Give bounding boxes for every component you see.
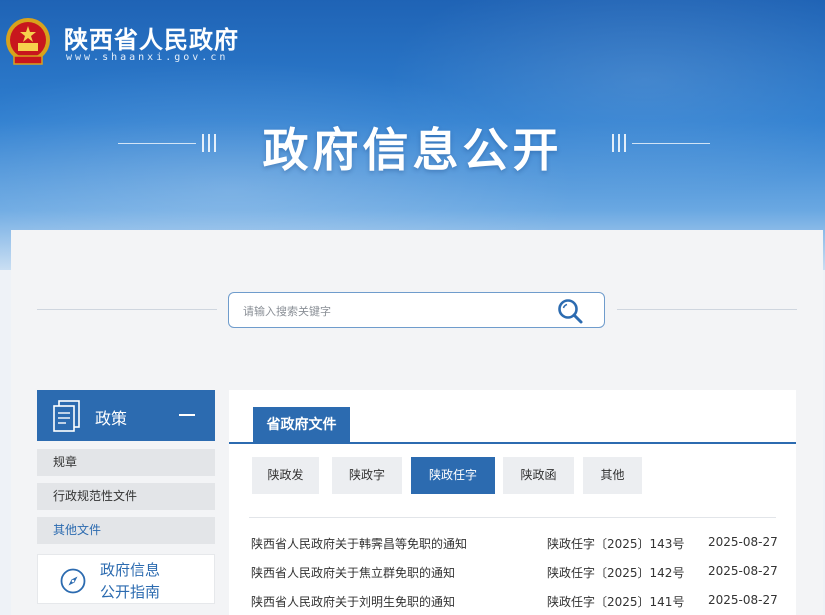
subtab-shaanzhengrenzi[interactable]: 陕政任字 bbox=[411, 457, 495, 494]
list-item[interactable]: 陕西省人民政府关于焦立群免职的通知 陕政任字〔2025〕142号 2025-08… bbox=[251, 564, 781, 584]
minus-icon[interactable] bbox=[179, 414, 195, 416]
list-item[interactable]: 陕西省人民政府关于韩霁昌等免职的通知 陕政任字〔2025〕143号 2025-0… bbox=[251, 535, 781, 555]
site-name[interactable]: 陕西省人民政府 bbox=[64, 20, 239, 55]
content-header: 省政府文件 bbox=[229, 390, 796, 444]
document-date: 2025-08-27 bbox=[708, 593, 778, 607]
document-title[interactable]: 陕西省人民政府关于刘明生免职的通知 bbox=[251, 593, 455, 610]
site-url[interactable]: www.shaanxi.gov.cn bbox=[66, 52, 228, 63]
sidebar-section-header[interactable]: 政策 bbox=[37, 390, 215, 441]
list-item[interactable]: 陕西省人民政府关于刘明生免职的通知 陕政任字〔2025〕141号 2025-08… bbox=[251, 593, 781, 613]
sidebar: 政策 规章 行政规范性文件 其他文件 政府信息 公开指南 bbox=[37, 390, 215, 604]
compass-icon bbox=[60, 568, 86, 594]
document-date: 2025-08-27 bbox=[708, 564, 778, 578]
main-card: 政策 规章 行政规范性文件 其他文件 政府信息 公开指南 省政府文件 陕政发 陕… bbox=[11, 230, 823, 615]
search-input[interactable] bbox=[243, 301, 543, 321]
guide-label-line1: 政府信息 bbox=[100, 561, 161, 579]
search-box[interactable] bbox=[228, 292, 605, 328]
search-area bbox=[11, 292, 823, 328]
tab-provincial-documents[interactable]: 省政府文件 bbox=[253, 407, 350, 443]
content-panel: 省政府文件 陕政发 陕政字 陕政任字 陕政函 其他 陕西省人民政府关于韩霁昌等免… bbox=[229, 390, 796, 615]
guide-label-line2: 公开指南 bbox=[100, 583, 161, 601]
sidebar-item-normative-documents[interactable]: 行政规范性文件 bbox=[37, 483, 215, 510]
disclosure-guide-link[interactable]: 政府信息 公开指南 bbox=[37, 554, 215, 604]
document-date: 2025-08-27 bbox=[708, 535, 778, 549]
divider bbox=[37, 309, 217, 310]
subtab-shaanzhengfa[interactable]: 陕政发 bbox=[252, 457, 319, 494]
sidebar-item-other-documents[interactable]: 其他文件 bbox=[37, 517, 215, 544]
divider bbox=[229, 442, 796, 444]
document-number: 陕政任字〔2025〕143号 bbox=[547, 537, 685, 551]
subtab-shaanzhengzi[interactable]: 陕政字 bbox=[332, 457, 402, 494]
search-icon[interactable] bbox=[556, 297, 584, 325]
divider bbox=[249, 517, 776, 518]
document-number: 陕政任字〔2025〕141号 bbox=[547, 595, 685, 609]
document-stack-icon bbox=[53, 400, 80, 432]
subtab-other[interactable]: 其他 bbox=[583, 457, 642, 494]
document-title[interactable]: 陕西省人民政府关于焦立群免职的通知 bbox=[251, 564, 455, 581]
national-emblem-icon[interactable] bbox=[4, 16, 52, 68]
divider bbox=[617, 309, 797, 310]
sidebar-section-title: 政策 bbox=[95, 409, 128, 428]
document-number: 陕政任字〔2025〕142号 bbox=[547, 566, 685, 580]
page-title: 政府信息公开 bbox=[262, 123, 563, 177]
sidebar-item-regulations[interactable]: 规章 bbox=[37, 449, 215, 476]
document-title[interactable]: 陕西省人民政府关于韩霁昌等免职的通知 bbox=[251, 535, 467, 552]
subtab-shaanzhenghan[interactable]: 陕政函 bbox=[503, 457, 574, 494]
